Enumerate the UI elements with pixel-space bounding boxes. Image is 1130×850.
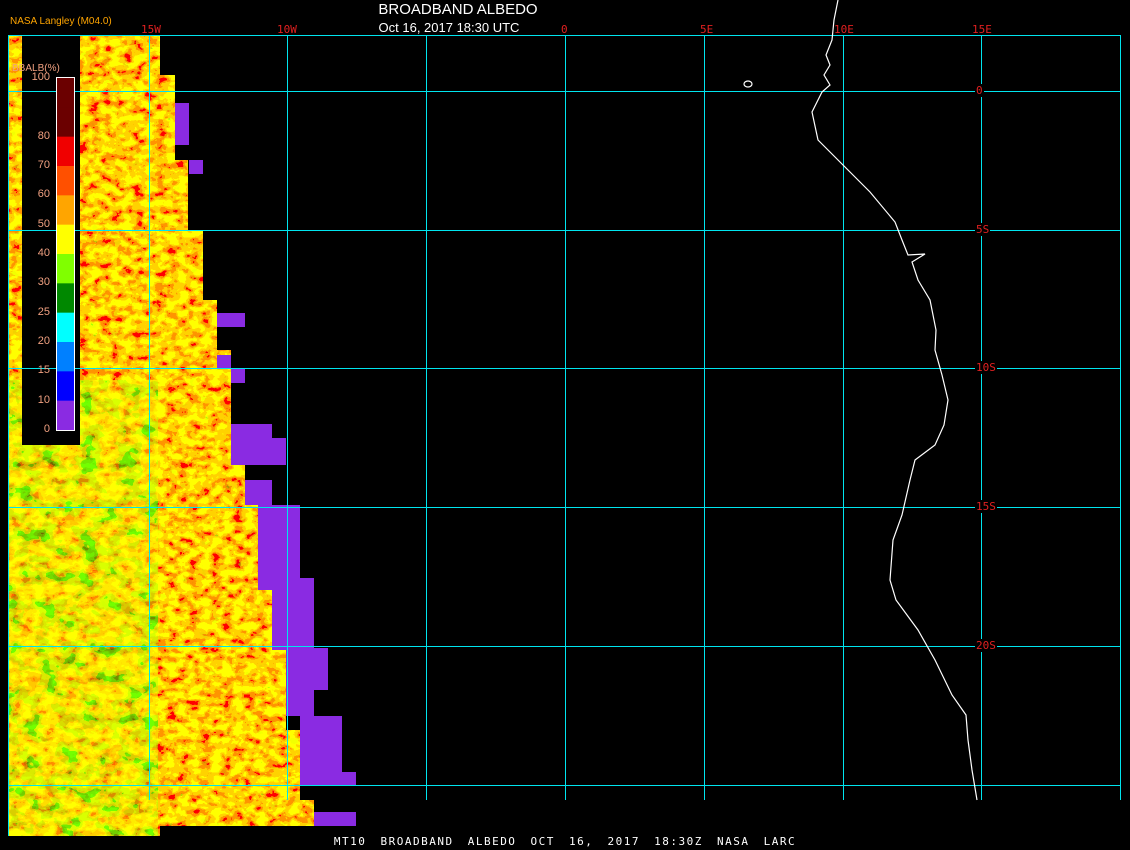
legend-bin	[57, 224, 74, 255]
legend-tick-label: 100	[31, 71, 50, 83]
legend-bin	[57, 136, 74, 167]
albedo-map: NASA Langley (M04.0) BROADBAND ALBEDO Oc…	[0, 0, 1130, 850]
legend-tick-label: 20	[37, 335, 50, 347]
legend-bin	[57, 78, 74, 108]
legend-tick-label: 0	[43, 423, 50, 435]
legend-bin	[57, 312, 74, 343]
lat-label: 0	[975, 84, 984, 97]
map-timestamp: Oct 16, 2017 18:30 UTC	[378, 20, 520, 35]
legend-tick-label: 15	[37, 364, 50, 377]
legend-bin	[57, 195, 74, 226]
legend-bin	[57, 400, 74, 431]
legend-tick-label: 30	[37, 276, 50, 289]
legend-tick-label: 60	[37, 188, 50, 201]
legend-bin	[57, 342, 74, 372]
lon-label: 10W	[277, 23, 297, 36]
map-title: BROADBAND ALBEDO	[378, 1, 538, 18]
legend-bin	[57, 371, 74, 402]
footer-caption: MT10 BROADBAND ALBEDO OCT 16, 2017 18:30…	[333, 835, 797, 848]
lat-label: 5S	[975, 223, 991, 236]
lon-label: 5E	[700, 23, 714, 36]
legend-tick-label: 80	[37, 129, 50, 142]
map-canvas	[8, 0, 1121, 836]
lat-label: 10S	[975, 361, 997, 374]
legend-tick-label: 25	[37, 305, 50, 318]
legend-bin	[57, 283, 74, 314]
lat-label: 15S	[975, 500, 997, 513]
lon-label: 0	[561, 23, 568, 36]
legend-bin	[57, 254, 74, 284]
legend-bin	[57, 166, 74, 196]
lon-label: 15E	[972, 23, 992, 36]
legend-colorbar	[57, 78, 74, 431]
lon-label: 10E	[834, 23, 854, 36]
cloud-albedo-field-west	[8, 380, 158, 836]
lat-label: 20S	[975, 639, 997, 652]
legend-bin	[57, 107, 74, 138]
legend-tick-label: 10	[37, 393, 50, 406]
lon-label: 15W	[141, 23, 161, 36]
legend-tick-label: 40	[37, 247, 50, 259]
legend-tick-label: 70	[37, 159, 50, 171]
legend-tick-label: 50	[37, 217, 50, 230]
coastline	[743, 0, 978, 801]
